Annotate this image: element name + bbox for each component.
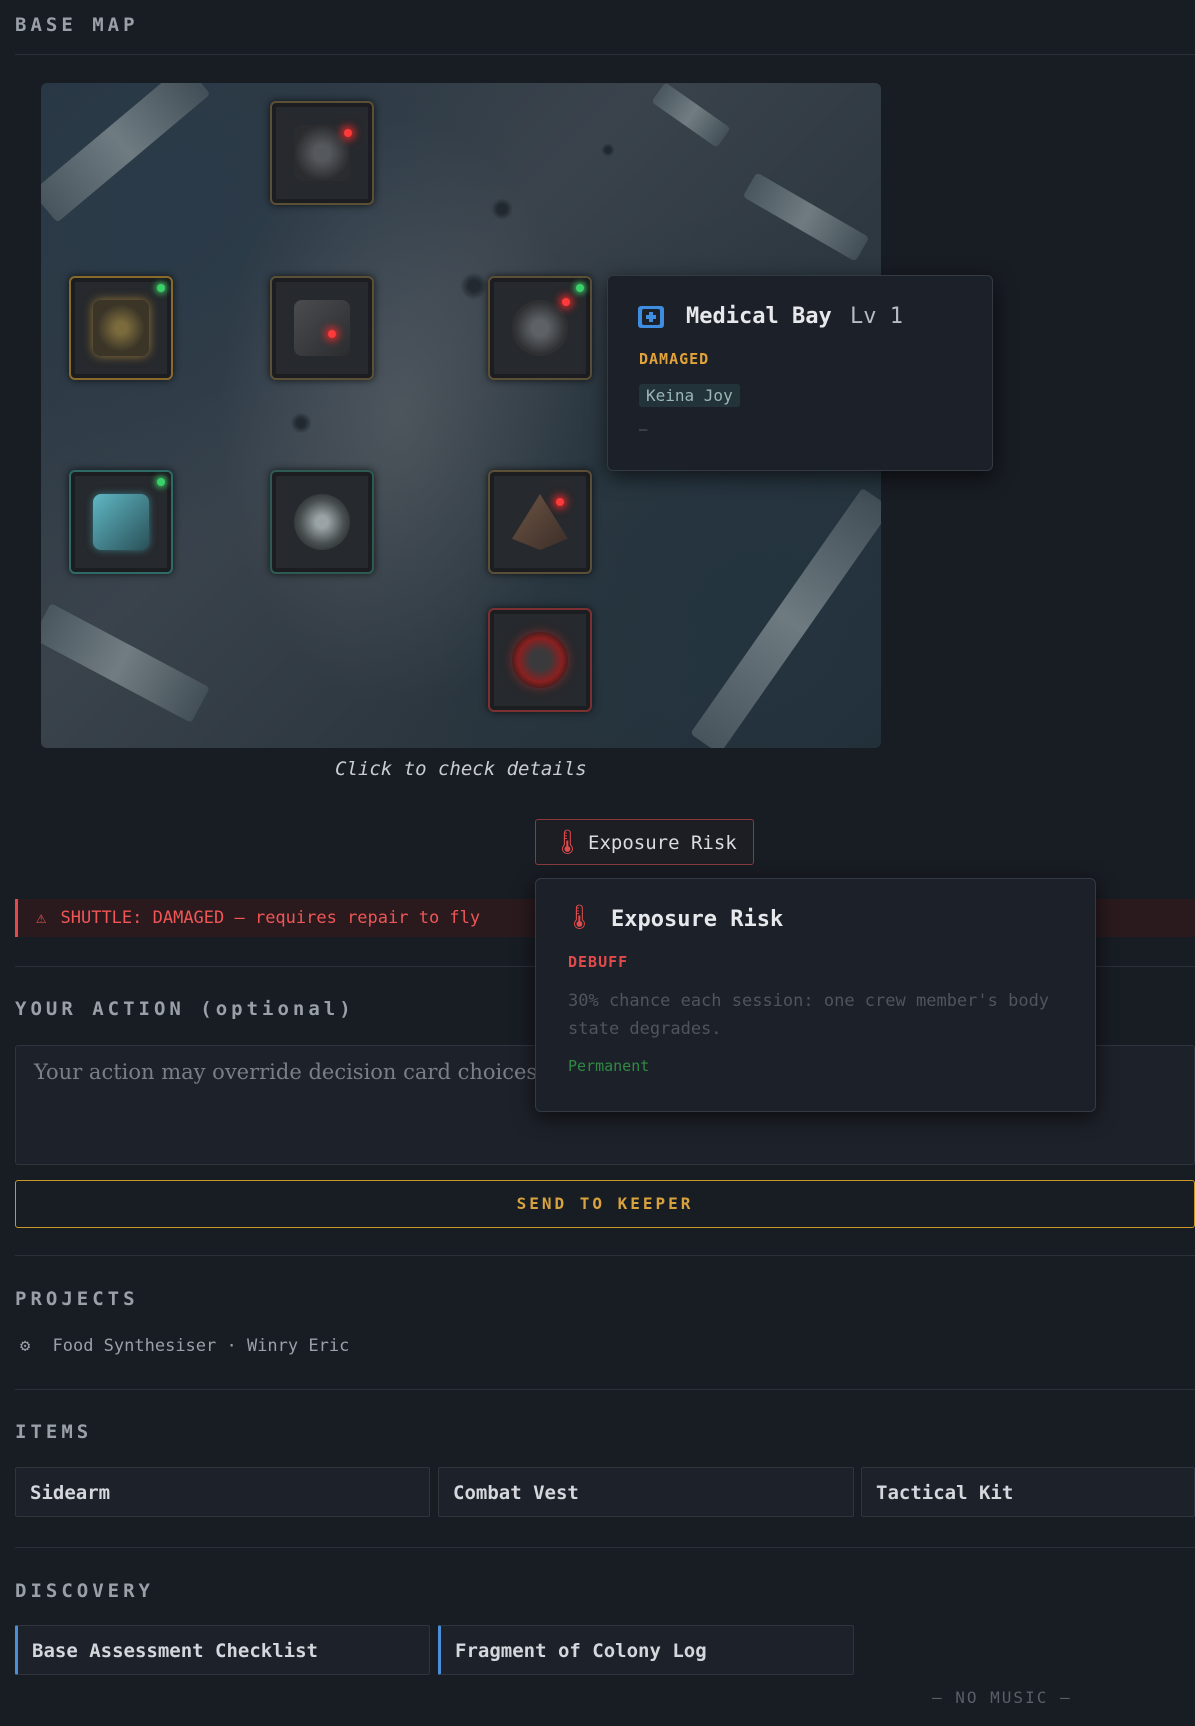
rubble [742,172,870,262]
building-icon [512,632,568,688]
effect-button-label: Exposure Risk [588,832,737,854]
building-command[interactable] [69,276,173,380]
crater [291,413,311,433]
divider [15,1255,1195,1256]
rubble [41,83,211,223]
discovery-title: DISCOVERY [15,1580,154,1602]
send-button[interactable]: SEND TO KEEPER [15,1180,1195,1228]
status-light [157,478,165,486]
warning-icon: ⚠ [36,908,47,928]
crater [461,273,487,299]
building-medical-bay[interactable] [488,276,592,380]
crew-chip: Keina Joy [639,384,740,407]
effect-duration: Permanent [568,1057,650,1075]
divider [15,1389,1195,1390]
status-light [157,284,165,292]
music-status: — NO MUSIC — [932,1688,1072,1707]
building-level: Lv 1 [850,304,903,329]
thermometer-icon: 🌡 [552,828,583,856]
crater [601,143,615,157]
status-light [576,284,584,292]
project-item: ⚙ Food Synthesiser · Winry Eric [20,1336,349,1356]
building-top[interactable] [270,101,374,205]
building-status: DAMAGED [639,350,710,368]
item-card[interactable]: Tactical Kit [861,1467,1195,1517]
status-light [344,129,352,137]
medical-icon [638,306,664,328]
divider [15,54,1195,55]
building-shuttle[interactable] [488,470,592,574]
building-storage[interactable] [69,470,173,574]
effect-button[interactable]: 🌡 Exposure Risk [535,819,754,865]
effect-title: Exposure Risk [611,907,784,932]
effect-type: DEBUFF [568,953,629,971]
base-map-title: BASE MAP [15,14,139,36]
rubble [690,487,881,748]
building-icon [294,125,350,181]
building-name: Medical Bay [686,304,832,329]
status-light [562,298,570,306]
status-light [328,330,336,338]
thermometer-icon: 🌡 [564,903,595,931]
building-icon [93,300,149,356]
discovery-card[interactable]: Fragment of Colony Log [438,1625,854,1675]
building-reactor[interactable] [270,470,374,574]
building-icon [512,300,568,356]
status-light [556,498,564,506]
crater [491,198,513,220]
alert-text: SHUTTLE: DAMAGED — requires repair to fl… [60,908,481,928]
effect-tooltip: 🌡 Exposure Risk DEBUFF 30% chance each s… [535,878,1096,1112]
project-text: Food Synthesiser · Winry Eric [52,1336,350,1356]
items-title: ITEMS [15,1421,93,1443]
rubble [41,603,210,723]
item-card[interactable]: Combat Vest [438,1467,854,1517]
item-card[interactable]: Sidearm [15,1467,430,1517]
building-icon [294,300,350,356]
building-icon [93,494,149,550]
rubble [651,83,731,148]
building-tooltip: Medical Bay Lv 1 DAMAGED Keina Joy — [607,275,993,471]
action-title: YOUR ACTION (optional) [15,998,355,1020]
map-hint: Click to check details [335,758,587,780]
divider [15,1547,1195,1548]
gear-icon: ⚙ [20,1336,31,1356]
discovery-card[interactable]: Base Assessment Checklist [15,1625,430,1675]
projects-title: PROJECTS [15,1288,139,1310]
effect-description: 30% chance each session: one crew member… [568,991,1050,1039]
building-icon [294,494,350,550]
building-workshop[interactable] [270,276,374,380]
building-note: — [639,422,648,438]
building-generator[interactable] [488,608,592,712]
